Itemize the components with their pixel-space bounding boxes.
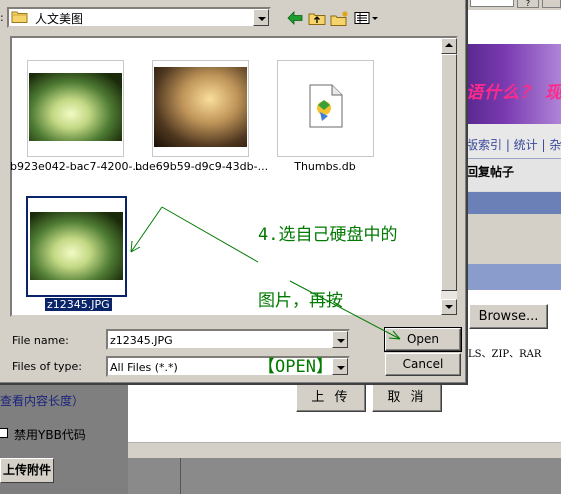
instruction-annotation: 4.选自己硬盘中的 图片，再按 【OPEN】: [258, 180, 397, 400]
arrow-line-1: [161, 206, 259, 263]
annotation-line-1: 4.选自己硬盘中的: [258, 225, 398, 245]
arrow-line-2: [130, 206, 163, 253]
annotation-line-2: 图片，再按: [258, 291, 343, 311]
annotation-line-3: 【OPEN】: [258, 357, 333, 377]
